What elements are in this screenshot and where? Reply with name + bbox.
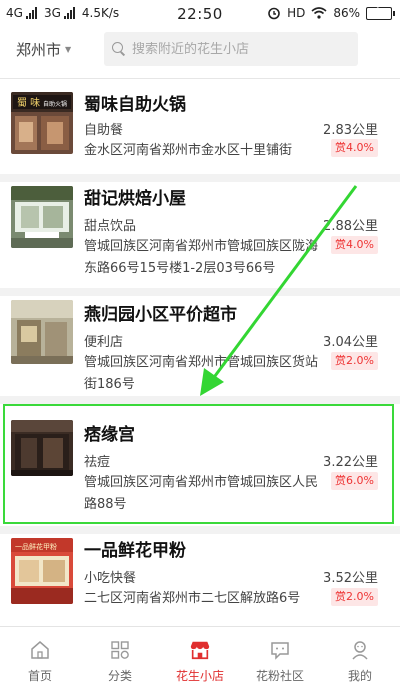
shop-address: 二七区河南省郑州市二七区解放路6号 [84, 591, 301, 606]
chevron-down-icon: ▼ [65, 45, 72, 54]
shop-category: 便利店 [84, 335, 124, 350]
hd-label: HD [287, 6, 306, 20]
shop-thumbnail: 蜀 味 自助火锅 [11, 92, 73, 154]
status-bar: 4G 3G 4.5K/s 22:50 HD 86% [0, 0, 400, 28]
city-selector[interactable]: 郑州市 ▼ [16, 39, 71, 60]
list-separator [0, 396, 400, 404]
shop-thumbnail [11, 186, 73, 248]
city-label: 郑州市 [16, 41, 62, 59]
reward-badge: 赏2.0% [331, 352, 378, 370]
shop-name: 甜记烘焙小屋 [84, 189, 186, 209]
alarm-icon [268, 7, 280, 20]
shop-name: 一品鲜花甲粉 [84, 541, 186, 561]
shop-card-3[interactable]: 燕归园小区平价超市 便利店 管城回族区河南省郑州市管城回族区货站街186号 3.… [0, 296, 400, 398]
grid-icon [109, 639, 131, 661]
shop-name: 蜀味自助火锅 [84, 95, 186, 115]
search-bar[interactable] [104, 32, 358, 66]
battery-icon [366, 6, 395, 20]
shop-name: 燕归园小区平价超市 [84, 305, 237, 325]
shop-address: 管城回族区河南省郑州市管城回族区货站街186号 [84, 355, 319, 392]
nav-profile[interactable]: 我的 [320, 627, 400, 690]
nav-community[interactable]: 花粉社区 [240, 627, 320, 690]
shop-card-5[interactable]: 一品鲜花甲粉 一品鲜花甲粉 小吃快餐 二七区河南省郑州市二七区解放路6号 3.5… [0, 534, 400, 626]
profile-icon [349, 639, 371, 661]
list-separator [0, 526, 400, 534]
shop-distance: 3.04公里 [323, 335, 378, 350]
search-icon [112, 42, 126, 56]
reward-badge: 赏4.0% [331, 139, 378, 157]
highlight-box [3, 404, 394, 524]
shop-card-1[interactable]: 蜀 味 自助火锅 蜀味自助火锅 自助餐 金水区河南省郑州市金水区十里铺街 2.8… [0, 80, 400, 176]
battery-percent: 86% [333, 6, 360, 20]
list-separator [0, 174, 400, 182]
shop-distance: 2.83公里 [323, 123, 378, 138]
nav-home[interactable]: 首页 [0, 627, 80, 690]
thumb-title: 一品鲜花甲粉 [15, 542, 57, 551]
header: 郑州市 ▼ [0, 28, 400, 72]
bottom-nav: 首页 分类 花生小店 花粉社区 我的 [0, 626, 400, 690]
nav-label: 花生小店 [175, 669, 224, 683]
reward-badge: 赏4.0% [331, 236, 378, 254]
shop-distance: 2.88公里 [323, 219, 378, 234]
shop-category: 甜点饮品 [84, 219, 137, 234]
list-separator [0, 288, 400, 296]
shop-thumbnail: 一品鲜花甲粉 [11, 538, 73, 604]
thumb-title: 蜀 味 [17, 97, 40, 109]
nav-store[interactable]: 花生小店 [160, 627, 240, 690]
shop-distance: 3.52公里 [323, 571, 378, 586]
thumb-subtitle: 自助火锅 [43, 100, 67, 108]
nav-label: 花粉社区 [255, 669, 304, 683]
search-input[interactable] [132, 41, 352, 57]
shop-category: 自助餐 [84, 123, 124, 138]
home-icon [29, 639, 51, 661]
header-divider [0, 78, 400, 79]
shop-thumbnail [11, 300, 73, 364]
nav-label: 分类 [107, 669, 132, 683]
nav-category[interactable]: 分类 [80, 627, 160, 690]
wifi-icon [311, 7, 327, 19]
store-icon [189, 639, 211, 661]
shop-category: 小吃快餐 [84, 571, 137, 586]
nav-label: 首页 [27, 669, 52, 683]
status-right: HD 86% [267, 6, 395, 20]
shop-address: 管城回族区河南省郑州市管城回族区陇海东路66号15号楼1-2层03号66号 [84, 239, 319, 276]
community-icon [269, 639, 291, 661]
shop-card-2[interactable]: 甜记烘焙小屋 甜点饮品 管城回族区河南省郑州市管城回族区陇海东路66号15号楼1… [0, 182, 400, 292]
nav-label: 我的 [347, 669, 372, 683]
shop-address: 金水区河南省郑州市金水区十里铺街 [84, 143, 293, 158]
reward-badge: 赏2.0% [331, 588, 378, 606]
